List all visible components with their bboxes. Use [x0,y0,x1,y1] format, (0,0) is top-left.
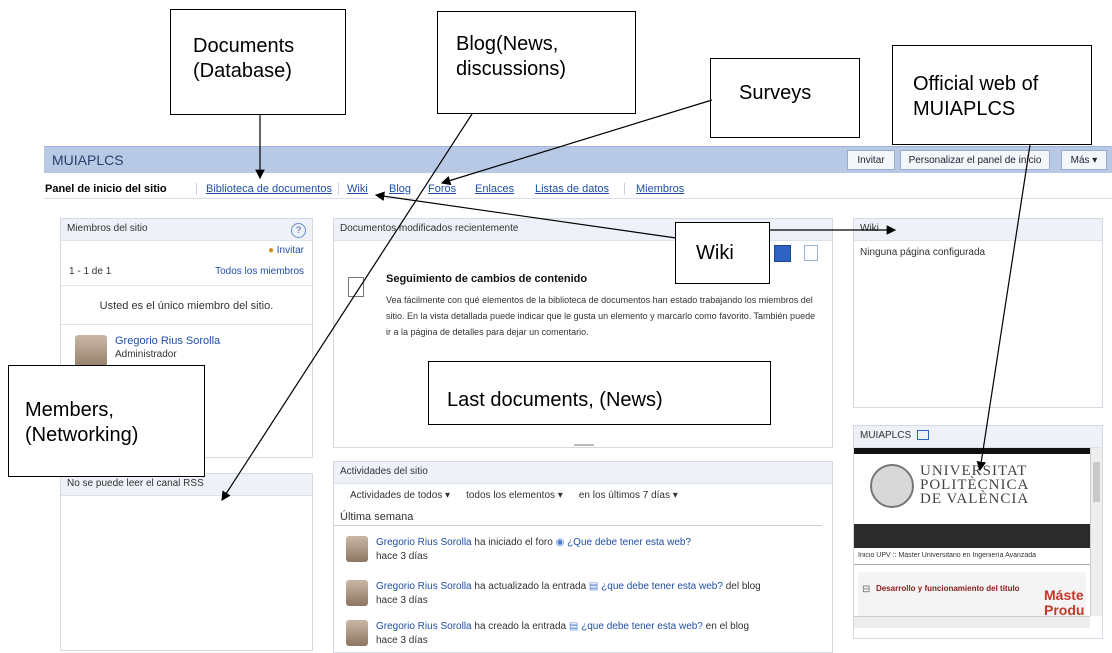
arrow-wiki-left [374,191,677,239]
annotation-arrows [221,99,1031,502]
arrow-official-web [976,144,1031,472]
arrow-surveys [440,99,713,186]
